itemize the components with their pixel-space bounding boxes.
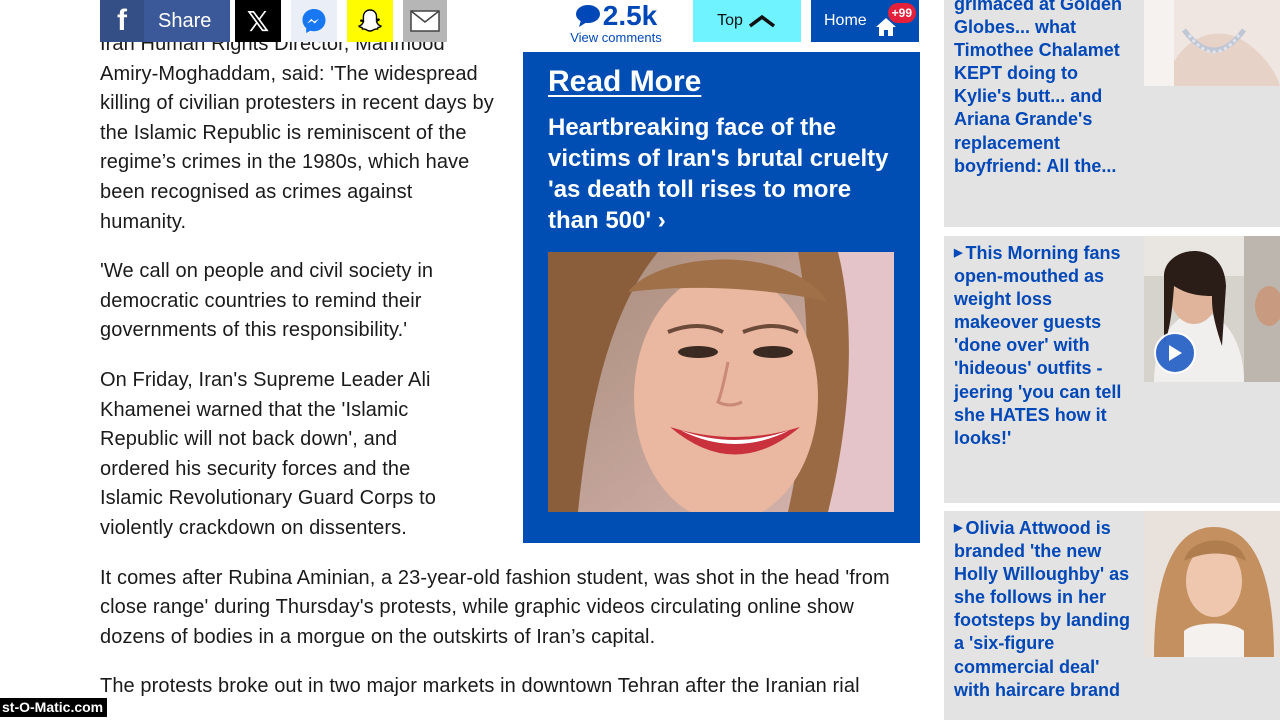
facebook-share-label: Share	[158, 9, 212, 32]
facebook-share-button[interactable]: f Share	[100, 0, 230, 42]
view-comments-link[interactable]: 2.5k View comments	[560, 0, 672, 44]
sidebar-item-title: ▶ This Morning fans open-mouthed as weigh…	[954, 243, 1122, 448]
sidebar: grimaced at Golden Globes... what Timoth…	[944, 0, 1280, 720]
messenger-share-button[interactable]	[291, 0, 337, 42]
sidebar-item-image[interactable]	[1144, 511, 1280, 657]
home-label: Home	[824, 12, 867, 29]
top-button[interactable]: Top	[693, 0, 801, 42]
article-paragraph: On Friday, Iran's Supreme Leader Ali Kha…	[100, 368, 436, 539]
share-bar: f Share 𝕏 2.5k View comments Top Home +9…	[0, 0, 920, 44]
play-icon	[1169, 345, 1182, 361]
sidebar-item-title: grimaced at Golden Globes... what Timoth…	[954, 0, 1123, 176]
read-more-heading: Read More	[548, 65, 702, 98]
article-paragraph: Iran Human Rights Director, Mahmood Amir…	[100, 33, 494, 233]
article-paragraph: It comes after Rubina Aminian, a 23-year…	[100, 566, 890, 648]
read-more-title: Heartbreaking face of the victims of Ira…	[548, 114, 889, 234]
arrow-right-icon: ▶	[954, 247, 963, 259]
article-paragraph: The protests broke out in two major mark…	[100, 675, 860, 698]
chevron-up-icon	[748, 14, 775, 28]
read-more-image[interactable]	[548, 252, 894, 512]
sidebar-item[interactable]: ▶ Olivia Attwood is branded 'the new Holl…	[944, 511, 1280, 720]
sidebar-item-image[interactable]	[1144, 236, 1280, 382]
comments-count: 2.5k	[602, 0, 658, 31]
mail-icon	[410, 10, 440, 32]
snapchat-share-button[interactable]	[347, 0, 393, 42]
top-label: Top	[717, 12, 743, 29]
read-more-link[interactable]: Heartbreaking face of the victims of Ira…	[548, 112, 898, 236]
home-button[interactable]: Home +99	[811, 0, 919, 42]
x-share-button[interactable]: 𝕏	[235, 0, 281, 42]
read-more-box[interactable]: Read More Heartbreaking face of the vict…	[523, 52, 920, 543]
snapchat-icon	[357, 9, 383, 32]
watermark: st-O-Matic.com	[0, 698, 108, 717]
comment-icon	[575, 5, 600, 27]
sidebar-item[interactable]: grimaced at Golden Globes... what Timoth…	[944, 0, 1280, 227]
home-badge: +99	[887, 3, 916, 23]
arrow-right-icon: ▶	[954, 522, 963, 534]
facebook-icon: f	[100, 0, 144, 42]
x-icon: 𝕏	[246, 4, 270, 38]
arrow-right-icon: ›	[657, 207, 666, 234]
article-paragraph: 'We call on people and civil society in …	[100, 260, 434, 342]
sidebar-item-image[interactable]	[1144, 0, 1280, 86]
sidebar-item[interactable]: ▶ This Morning fans open-mouthed as weigh…	[944, 236, 1280, 503]
sidebar-item-title: ▶ Olivia Attwood is branded 'the new Holl…	[954, 518, 1131, 700]
play-button[interactable]	[1154, 332, 1196, 374]
messenger-icon	[302, 9, 326, 33]
email-share-button[interactable]	[403, 0, 447, 42]
comments-label: View comments	[570, 30, 662, 45]
